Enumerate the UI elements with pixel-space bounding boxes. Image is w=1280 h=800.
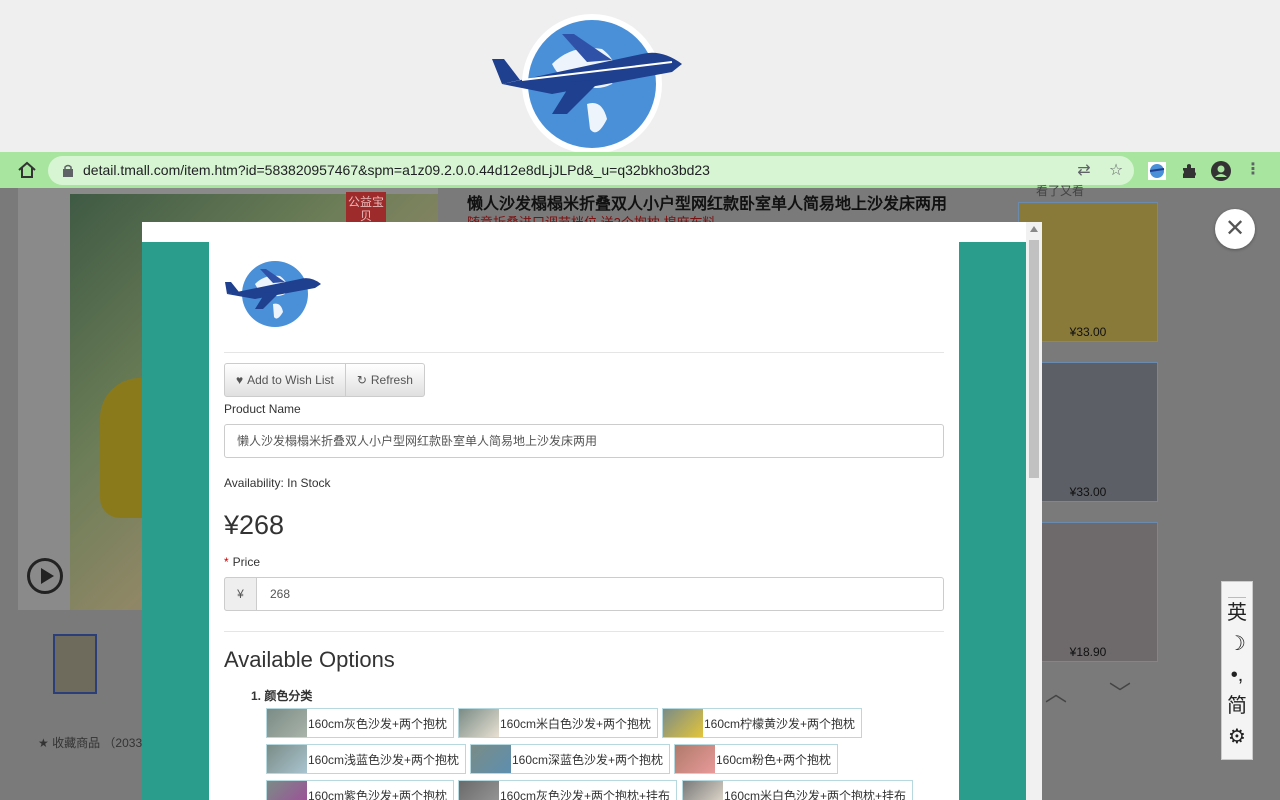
chevron-down-icon[interactable]: ﹀	[1107, 683, 1133, 705]
option-thumbnail	[459, 781, 499, 800]
modal-content: ♥ Add to Wish List ↻ Refresh Product Nam…	[209, 242, 959, 800]
profile-avatar-icon[interactable]	[1211, 161, 1231, 181]
lock-icon[interactable]	[62, 164, 74, 177]
option-label: 160cm粉色+两个抱枕	[716, 752, 832, 767]
ime-drag-handle[interactable]	[1228, 584, 1246, 598]
option-thumbnail	[459, 709, 499, 737]
side-heading: 看了又看	[1036, 184, 1085, 198]
option-thumbnail	[471, 745, 511, 773]
option-label: 160cm灰色沙发+两个抱枕+挂布	[500, 788, 671, 800]
divider	[224, 352, 944, 353]
available-options-title: Available Options	[224, 647, 395, 672]
moon-icon[interactable]: ☽	[1222, 629, 1252, 660]
add-to-wishlist-button[interactable]: ♥ Add to Wish List	[224, 363, 346, 397]
refresh-button[interactable]: ↻ Refresh	[345, 363, 425, 397]
scroll-thumb[interactable]	[1029, 240, 1039, 478]
price-display: ¥268	[224, 510, 285, 540]
option-label: 160cm米白色沙发+两个抱枕+挂布	[724, 788, 907, 800]
product-title: 懒人沙发榻榻米折叠双人小户型网红款卧室单人简易地上沙发床两用	[467, 196, 948, 213]
chevron-up-icon[interactable]: ︿	[1043, 683, 1069, 705]
option-thumbnail	[267, 745, 307, 773]
option-label: 160cm浅蓝色沙发+两个抱枕	[308, 752, 460, 767]
option-thumbnail	[683, 781, 723, 800]
scroll-up-arrow[interactable]	[1030, 226, 1038, 232]
availability-text: Availability: In Stock	[224, 476, 331, 490]
ime-punct-toggle[interactable]: •,	[1222, 660, 1252, 691]
option-swatch[interactable]: 160cm深蓝色沙发+两个抱枕	[470, 744, 671, 774]
globe-plane-logo	[492, 14, 682, 154]
option-label: 160cm灰色沙发+两个抱枕	[308, 716, 448, 731]
option-swatch[interactable]: 160cm浅蓝色沙发+两个抱枕	[266, 744, 467, 774]
product-name-input[interactable]: 懒人沙发榻榻米折叠双人小户型网红款卧室单人简易地上沙发床两用	[224, 424, 944, 458]
ime-toolbar: 英 ☽ •, 简 ⚙	[1221, 581, 1253, 760]
url-text[interactable]: detail.tmall.com/item.htm?id=58382095746…	[83, 162, 710, 178]
wishlist-label: Add to Wish List	[247, 373, 334, 387]
extension-banner	[0, 0, 1280, 154]
option-label: 160cm柠檬黄沙发+两个抱枕	[704, 716, 856, 731]
price-input[interactable]: 268	[224, 577, 944, 611]
heart-icon: ♥	[236, 373, 244, 387]
close-modal-button[interactable]: ✕	[1215, 209, 1255, 249]
address-bar: detail.tmall.com/item.htm?id=58382095746…	[0, 152, 1280, 188]
divider	[224, 631, 944, 632]
option-thumbnail	[267, 709, 307, 737]
product-modal: ♥ Add to Wish List ↻ Refresh Product Nam…	[142, 222, 1042, 800]
omnibox[interactable]: detail.tmall.com/item.htm?id=58382095746…	[48, 156, 1134, 185]
option-swatch[interactable]: 160cm灰色沙发+两个抱枕+挂布	[458, 780, 678, 800]
refresh-label: Refresh	[370, 373, 413, 387]
modal-side-right	[959, 242, 1026, 800]
product-name-label: Product Name	[224, 402, 301, 416]
option-swatch[interactable]: 160cm粉色+两个抱枕	[674, 744, 839, 774]
option-group-label: 1. 颜色分类	[251, 689, 313, 703]
favorite-link[interactable]: ★ 收藏商品 （2033	[38, 734, 142, 751]
thumbnail[interactable]	[53, 634, 97, 694]
option-thumbnail	[663, 709, 703, 737]
extension-globe-icon[interactable]	[1147, 161, 1167, 181]
home-icon[interactable]	[16, 160, 38, 180]
kebab-menu-icon[interactable]: ⋮	[1244, 161, 1262, 179]
option-swatch[interactable]: 160cm柠檬黄沙发+两个抱枕	[662, 708, 863, 738]
ime-lang-toggle[interactable]: 英	[1222, 598, 1252, 629]
price-label-row: * Price	[224, 555, 260, 569]
charity-tag: 公益宝贝	[346, 192, 386, 226]
option-thumbnail	[675, 745, 715, 773]
option-label: 160cm深蓝色沙发+两个抱枕	[512, 752, 664, 767]
favorite-label: 收藏商品 （2033	[52, 736, 143, 750]
price-label: Price	[232, 555, 261, 569]
play-video-icon[interactable]	[27, 558, 63, 594]
gear-icon[interactable]: ⚙	[1222, 722, 1252, 753]
option-swatch[interactable]: 160cm米白色沙发+两个抱枕	[458, 708, 659, 738]
globe-plane-logo	[225, 258, 321, 330]
currency-addon: ¥	[224, 577, 257, 611]
option-label: 160cm紫色沙发+两个抱枕	[308, 788, 448, 800]
translate-icon[interactable]: ⇄	[1075, 162, 1093, 180]
puzzle-extensions-icon[interactable]	[1179, 161, 1199, 181]
ime-script-toggle[interactable]: 简	[1222, 691, 1252, 722]
option-swatch[interactable]: 160cm紫色沙发+两个抱枕	[266, 780, 455, 800]
option-swatch[interactable]: 160cm米白色沙发+两个抱枕+挂布	[682, 780, 914, 800]
refresh-icon: ↻	[356, 373, 367, 387]
modal-side-left	[142, 242, 209, 800]
option-thumbnail	[267, 781, 307, 800]
star-bookmark-icon[interactable]: ☆	[1107, 162, 1125, 180]
option-label: 160cm米白色沙发+两个抱枕	[500, 716, 652, 731]
option-swatch[interactable]: 160cm灰色沙发+两个抱枕	[266, 708, 455, 738]
close-icon: ✕	[1224, 215, 1246, 242]
action-button-group: ♥ Add to Wish List ↻ Refresh	[224, 363, 425, 397]
required-asterisk: *	[224, 555, 229, 569]
modal-scrollbar[interactable]	[1026, 222, 1042, 800]
